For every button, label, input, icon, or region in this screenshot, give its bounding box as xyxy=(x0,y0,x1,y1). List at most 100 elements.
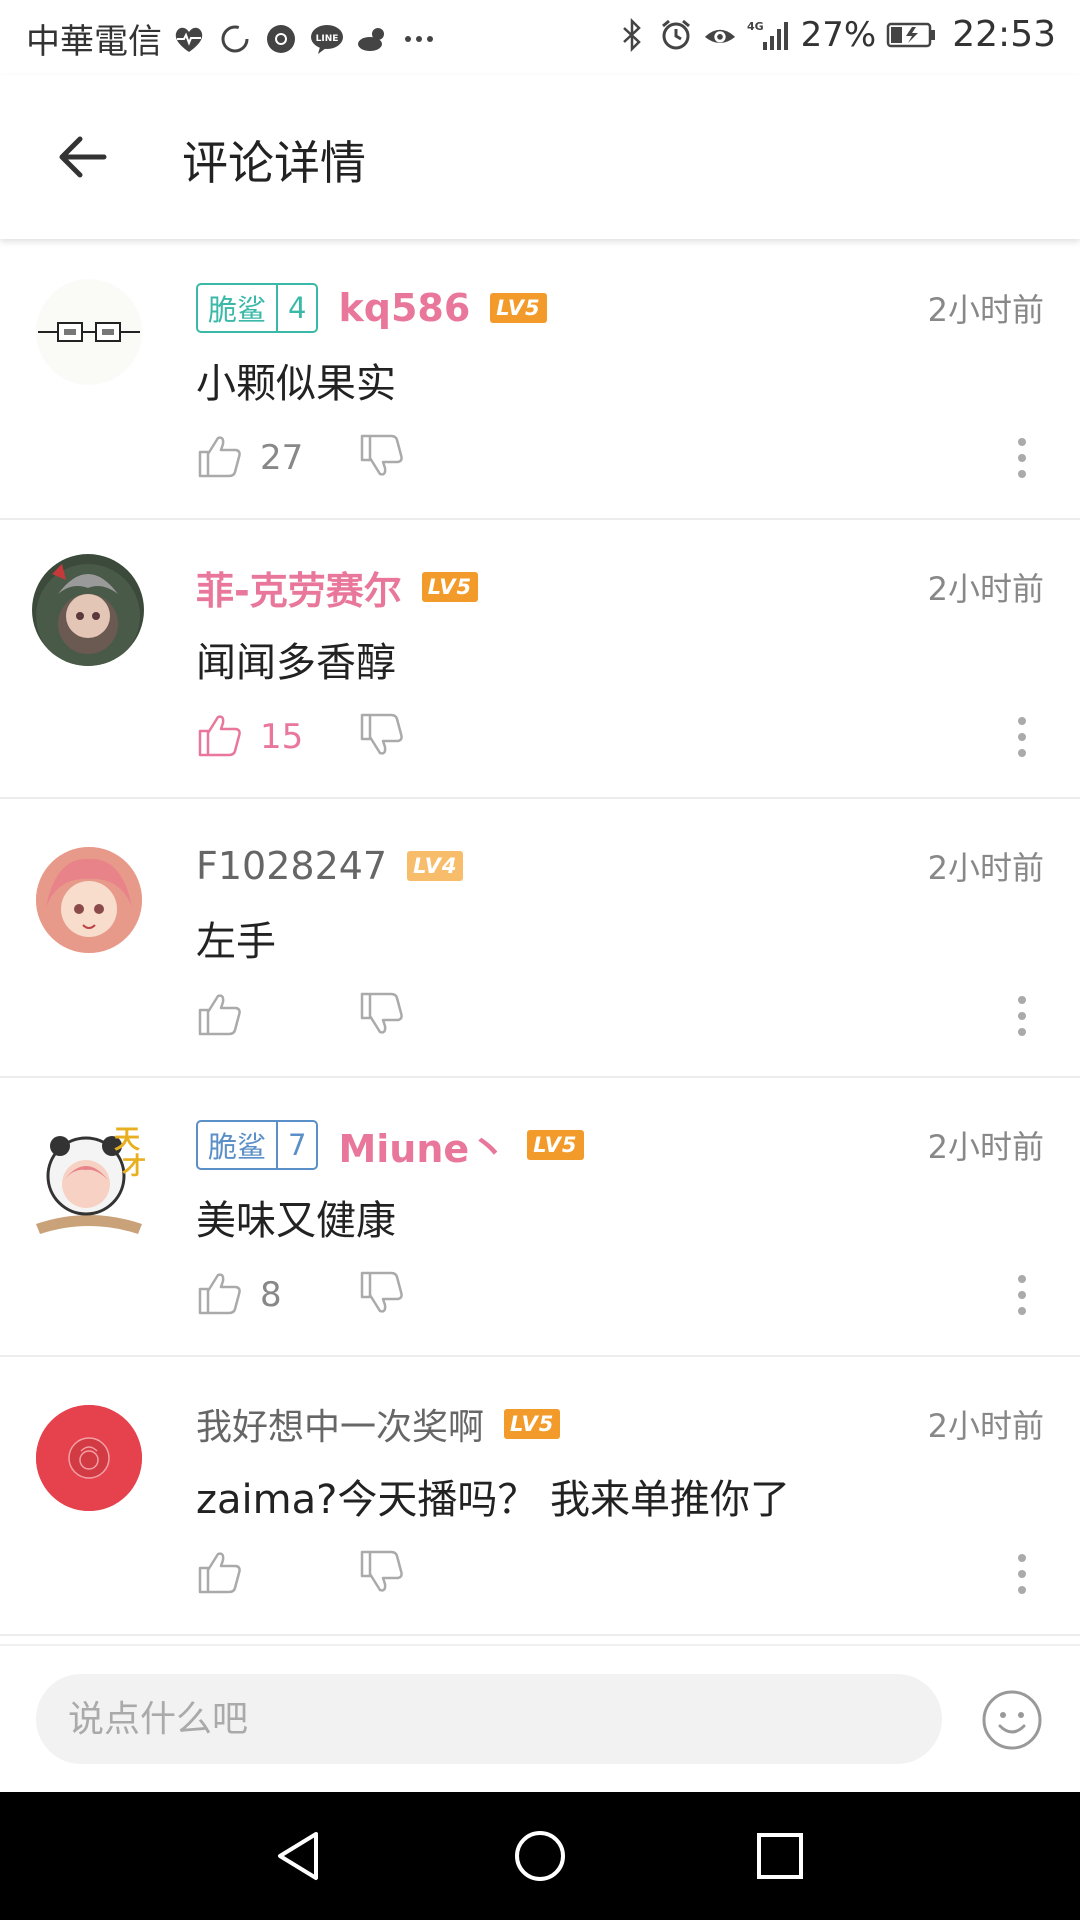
dislike-button[interactable] xyxy=(358,432,406,484)
battery-percent: 27% xyxy=(800,14,877,55)
avatar[interactable]: 天 才 xyxy=(30,1118,148,1236)
comment-time: 2小时前 xyxy=(927,570,1044,608)
svg-text:LINE: LINE xyxy=(316,34,339,44)
avatar[interactable] xyxy=(36,279,142,385)
thumb-down-icon xyxy=(360,992,403,1034)
nav-back-button[interactable] xyxy=(272,1828,328,1884)
fan-medal-badge[interactable]: 脆鲨 4 xyxy=(196,283,319,333)
triangle-back-icon xyxy=(278,1832,318,1880)
comment-meta: 我好想中一次奖啊 LV5 xyxy=(196,1398,561,1450)
avatar[interactable] xyxy=(36,847,142,953)
thumb-down-icon xyxy=(360,434,403,476)
fan-medal-name: 脆鲨 xyxy=(208,1130,267,1164)
dislike-button[interactable] xyxy=(358,711,406,763)
thumb-up-icon xyxy=(198,994,241,1036)
dislike-button[interactable] xyxy=(358,990,406,1042)
alarm-icon xyxy=(659,18,693,52)
like-button[interactable] xyxy=(196,1548,244,1600)
arrow-left-icon xyxy=(59,136,107,178)
dislike-button[interactable] xyxy=(358,1269,406,1321)
fan-medal-name: 脆鲨 xyxy=(208,293,267,327)
more-options-icon[interactable] xyxy=(1016,995,1028,1037)
app-header: 评论详情 xyxy=(0,75,1080,239)
comment-meta: 脆鲨 4 kq586 LV5 xyxy=(196,283,547,333)
back-button[interactable] xyxy=(52,125,116,189)
avatar-image: 天 才 xyxy=(36,1125,146,1234)
like-button[interactable] xyxy=(196,432,244,484)
comment-item: 菲-克劳赛尔 LV5 2小时前 闻闻多香醇 15 xyxy=(0,520,1080,799)
thumb-up-icon xyxy=(198,715,241,757)
comment-text: 小颗似果实 xyxy=(196,361,396,407)
comment-actions: 8 xyxy=(196,1270,406,1320)
comment-actions xyxy=(196,1549,406,1599)
comment-meta: 菲-克劳赛尔 LV5 xyxy=(196,560,479,615)
heart-rate-icon xyxy=(172,22,206,56)
user-level-badge: LV5 xyxy=(421,572,479,602)
comment-input[interactable] xyxy=(36,1674,942,1764)
user-level-badge: LV5 xyxy=(527,1130,584,1160)
fan-medal-level: 4 xyxy=(276,285,316,331)
clock: 22:53 xyxy=(952,14,1056,55)
eye-icon xyxy=(703,18,737,52)
status-bar: 中華電信 LINE 4G 27% 22:53 xyxy=(0,0,1080,75)
comment-item: 天 才 脆鲨 7 Miune丶 LV5 2小时前 美味又健康 8 xyxy=(0,1078,1080,1357)
thumb-up-icon xyxy=(198,1273,241,1315)
sync-icon xyxy=(218,22,252,56)
network-type-label: 4G xyxy=(747,20,764,33)
nav-home-button[interactable] xyxy=(512,1828,568,1884)
comment-meta: F1028247 LV4 xyxy=(196,841,464,891)
comment-text: 闻闻多香醇 xyxy=(196,640,396,686)
avatar-image xyxy=(36,564,140,666)
username[interactable]: 菲-克劳赛尔 xyxy=(196,560,402,615)
username[interactable]: kq586 xyxy=(338,286,470,330)
comment-text: 美味又健康 xyxy=(196,1198,396,1244)
comment-actions xyxy=(196,991,406,1041)
comment-input-bar xyxy=(0,1644,1080,1794)
more-options-icon[interactable] xyxy=(1016,716,1028,758)
like-count: 15 xyxy=(260,717,304,757)
comment-time: 2小时前 xyxy=(927,1407,1044,1445)
svg-text:天: 天 xyxy=(114,1125,140,1155)
user-level-badge: LV5 xyxy=(490,293,547,323)
username[interactable]: Miune丶 xyxy=(338,1118,507,1173)
fan-medal-badge[interactable]: 脆鲨 7 xyxy=(196,1120,319,1170)
emoji-button[interactable] xyxy=(980,1688,1044,1752)
avatar-image xyxy=(36,1405,142,1511)
smiley-icon xyxy=(982,1690,1042,1750)
dislike-button[interactable] xyxy=(358,1548,406,1600)
like-button[interactable] xyxy=(196,711,244,763)
like-button[interactable] xyxy=(196,1269,244,1321)
weather-icon xyxy=(356,22,390,56)
comment-meta: 脆鲨 7 Miune丶 LV5 xyxy=(196,1118,584,1173)
more-options-icon[interactable] xyxy=(1016,1553,1028,1595)
thumb-down-icon xyxy=(360,713,403,755)
username[interactable]: F1028247 xyxy=(196,844,387,888)
status-left: 中華電信 LINE xyxy=(26,14,436,63)
carrier-label: 中華電信 xyxy=(26,22,162,62)
more-options-icon[interactable] xyxy=(1016,437,1028,479)
comment-actions: 15 xyxy=(196,712,406,762)
page-title: 评论详情 xyxy=(182,136,366,190)
like-count: 27 xyxy=(260,438,304,478)
avatar[interactable] xyxy=(32,554,144,666)
bluetooth-icon xyxy=(615,17,649,52)
username[interactable]: 我好想中一次奖啊 xyxy=(196,1398,484,1450)
comment-item: F1028247 LV4 2小时前 左手 xyxy=(0,799,1080,1078)
like-button[interactable] xyxy=(196,990,244,1042)
comment-list: 脆鲨 4 kq586 LV5 2小时前 小颗似果实 27 菲-克劳赛尔 LV5 … xyxy=(0,241,1080,1636)
more-icon xyxy=(402,22,436,56)
comment-time: 2小时前 xyxy=(927,849,1044,887)
avatar[interactable] xyxy=(36,1405,142,1511)
more-options-icon[interactable] xyxy=(1016,1274,1028,1316)
comment-item: 脆鲨 4 kq586 LV5 2小时前 小颗似果实 27 xyxy=(0,241,1080,520)
svg-text:才: 才 xyxy=(122,1152,146,1180)
nav-recents-button[interactable] xyxy=(752,1828,808,1884)
user-level-badge: LV5 xyxy=(504,1409,561,1439)
user-level-badge: LV4 xyxy=(407,851,464,881)
notification-icons: LINE xyxy=(172,22,436,56)
signal-icon: 4G xyxy=(747,18,791,52)
line-icon: LINE xyxy=(310,22,344,56)
comment-time: 2小时前 xyxy=(927,1128,1044,1166)
thumb-down-icon xyxy=(360,1550,403,1592)
like-count: 8 xyxy=(260,1275,282,1315)
